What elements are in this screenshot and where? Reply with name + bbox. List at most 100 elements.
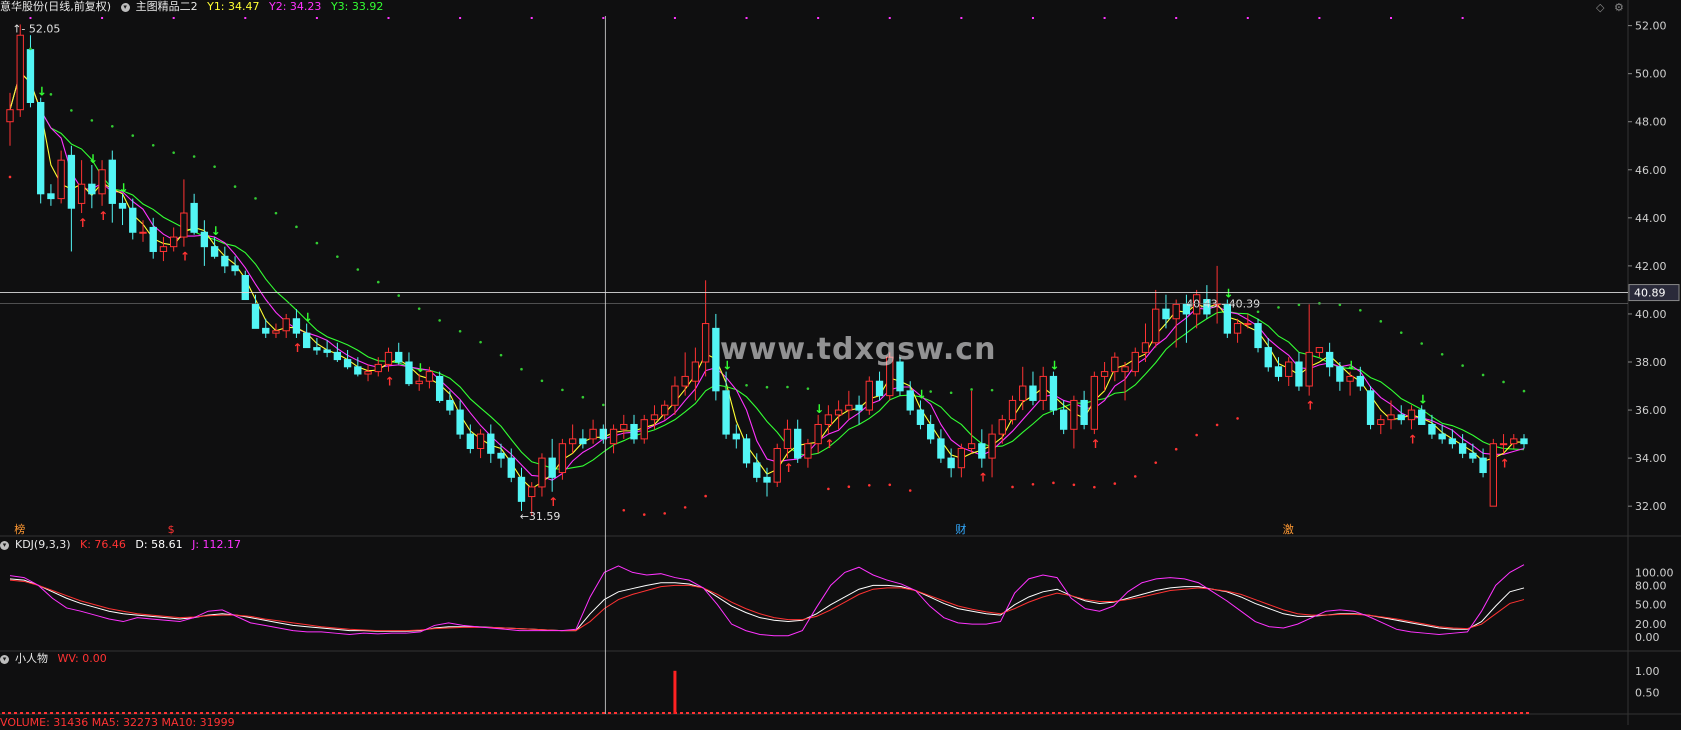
candle-body [1397,414,1405,421]
baseline-dot [1178,712,1181,714]
candle-body [190,202,198,233]
kdj-k-line [9,578,1525,632]
down-arrow: ↓ [1049,359,1059,373]
baseline-dot [1322,712,1325,714]
chevron-down-icon[interactable]: ▾ [0,540,9,550]
candle-body [1254,323,1262,349]
y-tick-label: 40.00 [1635,308,1667,321]
kdj-label[interactable]: KDJ(9,3,3) [15,538,71,551]
y1-line [9,71,1524,490]
baseline-dot [1352,712,1355,714]
baseline-dot [332,712,335,714]
baseline-dot [770,712,773,714]
sar-dot [1133,475,1137,478]
sar-dot [622,508,626,512]
chevron-down-icon[interactable]: ▾ [120,2,130,12]
sar-dot [1113,482,1117,485]
signal-dot [960,17,963,19]
signal-dot [172,17,175,19]
baseline-dot [1502,712,1505,714]
up-arrow: ↑ [98,209,108,223]
baseline-dot [1448,712,1451,714]
candle-body [139,231,147,234]
baseline-dot [242,712,245,714]
signal-dot [1390,17,1393,19]
candle-body [364,371,372,375]
baseline-dot [326,712,329,714]
candle-body [558,443,567,474]
indicator-name[interactable]: 主图精品二2 [136,0,198,13]
sar-dot [336,255,339,258]
baseline-dot [458,712,461,714]
candle-body [967,443,976,450]
diamond-icon: ◇ [1596,1,1605,14]
baseline-dot [926,712,929,714]
up-arrow: ↑ [292,341,302,355]
baseline-dot [596,712,599,714]
xr-label[interactable]: 小人物 [15,652,48,665]
baseline-dot [524,712,527,714]
candle-body [16,34,24,111]
signal-dot [1318,17,1321,19]
candle-body [1428,423,1436,435]
sar-dot [376,280,380,284]
sar-dot [745,384,748,387]
candle-body [620,423,628,430]
candle-body [1469,452,1477,459]
sar-dot [1052,481,1055,485]
baseline-dot [764,712,767,714]
baseline-dot [962,712,965,714]
baseline-dot [1292,712,1295,714]
baseline-dot [1346,712,1349,714]
baseline-dot [38,712,41,714]
candle-body [1244,323,1252,326]
sar-dot [1174,447,1178,451]
y3-value: Y3: 33.92 [330,0,384,13]
candle-body [1100,371,1109,377]
candle-body [650,414,659,421]
chevron-down-icon[interactable]: ▾ [0,654,9,664]
baseline-dot [638,712,641,714]
candle-body [333,351,342,361]
candle-body [221,255,229,267]
baseline-dot [410,712,413,714]
candle-body [794,428,802,459]
baseline-dot [512,712,515,714]
sar-dot [806,387,810,390]
baseline-dot [614,712,617,714]
candle-body [1059,409,1068,430]
baseline-dot [830,712,833,714]
baseline-dot [518,712,521,714]
sar-dot [172,151,175,154]
baseline-dot [752,712,755,714]
baseline-dot [1082,712,1085,714]
sar-dot [1072,483,1076,487]
candle-body [1008,399,1017,421]
signal-dot [817,17,820,19]
candle-body [210,246,219,257]
sar-dot [1093,485,1096,489]
candle-body [517,476,526,502]
y-tick-label: 46.00 [1635,164,1667,177]
baseline-dot [1154,712,1157,714]
baseline-dot [14,712,17,714]
signal-dot [1031,17,1034,19]
baseline-dot [1148,712,1151,714]
candle-body [1407,409,1416,421]
baseline-dot [1064,712,1067,714]
kdj-j-line [9,564,1525,637]
baseline-dot [842,712,845,714]
candle-body [722,390,730,435]
baseline-dot [1418,712,1421,714]
stock-name[interactable]: 意华股份(日线,前复权) [0,0,111,13]
baseline-dot [1316,712,1319,714]
candle-body [916,409,925,425]
candle-body [88,183,96,195]
sar-dot [581,395,585,399]
xiaorenwu-bars [2,670,1529,714]
baseline-dot [440,712,443,714]
baseline-dot [998,712,1001,714]
y-tick-label: 32.00 [1635,500,1667,513]
baseline-dot [992,712,995,714]
candle-body [589,428,597,440]
